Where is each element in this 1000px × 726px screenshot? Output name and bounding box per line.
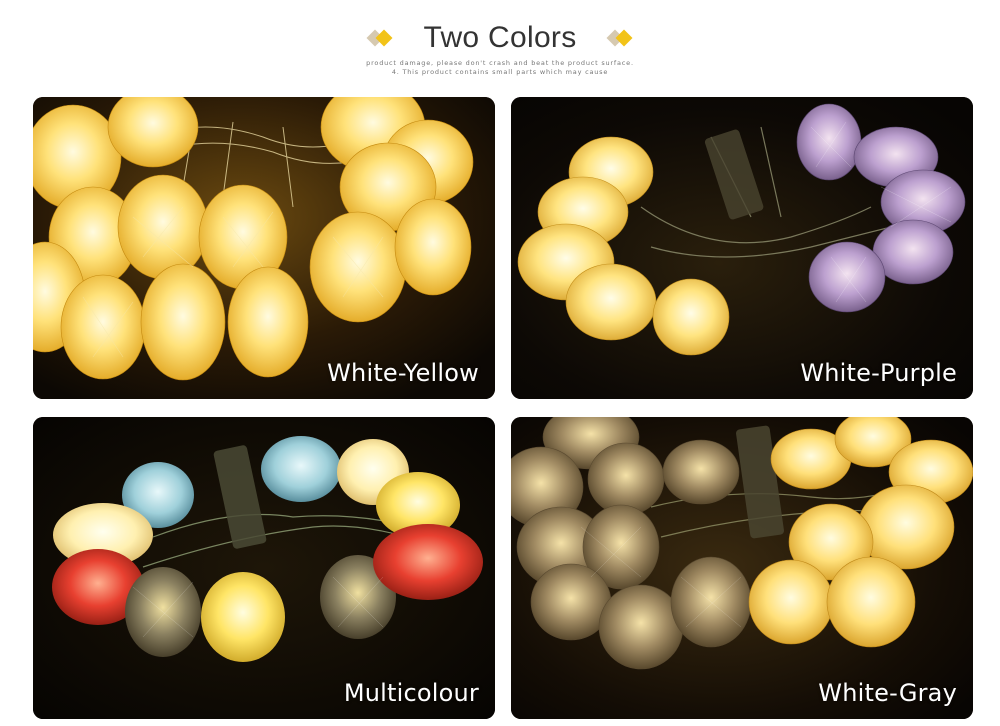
white-gray-photo-panel: White-Gray [511, 417, 973, 719]
section-header: Two Colors product damage, please don't … [0, 18, 1000, 77]
section-title: Two Colors [423, 21, 577, 54]
panel-label: White-Gray [818, 679, 957, 707]
fine-print-line-1: product damage, please don't crash and b… [366, 59, 634, 67]
white-purple-photo-panel: White-Purple [511, 97, 973, 399]
title-row: Two Colors [0, 18, 1000, 58]
panel-label: Multicolour [343, 679, 479, 707]
left-diamond-ornament-icon [366, 29, 393, 47]
fine-print-line-2: 4. This product contains small parts whi… [391, 68, 609, 76]
panel-label: White-Purple [800, 359, 957, 387]
white-yellow-photo-panel: White-Yellow [33, 97, 495, 399]
panel-label: White-Yellow [327, 359, 479, 387]
multicolour-egg-lights-photo [33, 417, 495, 719]
white-purple-egg-lights-photo [511, 97, 973, 399]
yellow-egg-lights-photo [33, 97, 495, 399]
multicolour-photo-panel: Multicolour [33, 417, 495, 719]
white-gray-egg-lights-photo [511, 417, 973, 719]
right-diamond-ornament-icon [606, 29, 633, 47]
